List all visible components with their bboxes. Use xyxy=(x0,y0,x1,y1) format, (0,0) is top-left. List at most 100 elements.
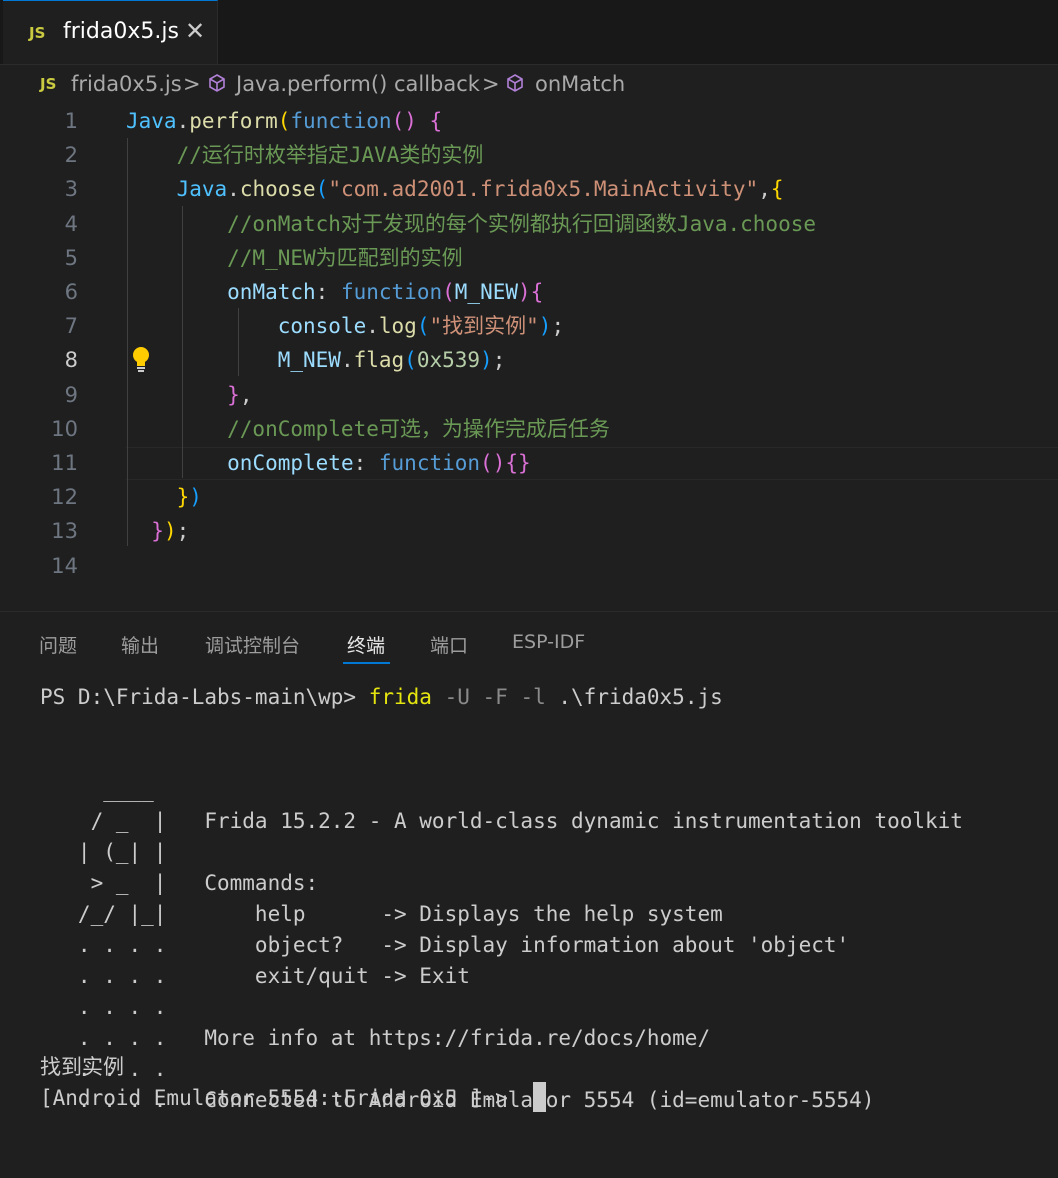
tab-label: frida0x5.js xyxy=(63,19,179,44)
line-number: 5 xyxy=(64,245,78,270)
code-text: Java.choose("com.ad2001.frida0x5.MainAct… xyxy=(126,172,784,206)
line-number: 3 xyxy=(64,177,78,202)
code-token: onComplete xyxy=(227,451,354,475)
banner-line: . . . . More info at https://frida.re/do… xyxy=(40,1026,711,1050)
banner-line: . . . . object? -> Display information a… xyxy=(40,933,850,957)
code-line[interactable]: 11 onComplete: function(){} xyxy=(0,446,1058,480)
tab-output[interactable]: 输出 xyxy=(121,631,159,658)
code-token: ( xyxy=(277,109,291,133)
code-token: ( xyxy=(315,177,329,202)
line-number: 7 xyxy=(64,314,78,339)
code-token: : xyxy=(315,280,341,304)
chevron-right-icon: > xyxy=(482,72,500,96)
code-token: Java xyxy=(126,109,177,133)
code-token: //M_NEW为匹配到的实例 xyxy=(126,245,463,270)
banner-line: /_/ |_| help -> Displays the help system xyxy=(40,902,723,926)
method-cube-icon xyxy=(507,74,523,92)
breadcrumb-onmatch[interactable]: onMatch xyxy=(535,72,625,96)
banner-line: . . . . exit/quit -> Exit xyxy=(40,964,470,988)
close-icon[interactable]: ✕ xyxy=(185,17,205,45)
code-editor[interactable]: 1 Java.perform(function() {2 //运行时枚举指定JAV… xyxy=(0,104,1058,609)
code-token: //onMatch对于发现的每个实例都执行回调函数Java.choose xyxy=(126,211,817,236)
code-token: } xyxy=(176,485,190,510)
code-token: choose xyxy=(239,177,316,202)
code-token: onMatch xyxy=(227,280,316,304)
code-text: //onComplete可选，为操作完成后任务 xyxy=(126,412,610,446)
code-token: perform xyxy=(189,109,278,133)
code-token: { xyxy=(770,177,784,202)
code-line[interactable]: 2 //运行时枚举指定JAVA类的实例 xyxy=(0,138,1058,172)
tab-esp-idf[interactable]: ESP-IDF xyxy=(512,631,585,653)
tab-problems[interactable]: 问题 xyxy=(39,631,77,658)
code-line[interactable]: 8 M_NEW.flag(0x539); xyxy=(0,343,1058,377)
editor-tab-bar: JS frida0x5.js ✕ xyxy=(0,0,1058,65)
code-token: ( xyxy=(442,280,455,304)
code-token: //onComplete可选，为操作完成后任务 xyxy=(126,416,610,441)
code-line[interactable]: 1 Java.perform(function() { xyxy=(0,104,1058,138)
javascript-file-icon: JS xyxy=(29,24,46,42)
tab-debug-console[interactable]: 调试控制台 xyxy=(205,631,300,658)
code-token: ( xyxy=(404,348,417,373)
banner-line: | (_| | xyxy=(40,840,167,864)
banner-line: ____ xyxy=(40,778,154,802)
code-token: {} xyxy=(505,451,531,475)
code-line[interactable]: 3 Java.choose("com.ad2001.frida0x5.MainA… xyxy=(0,172,1058,206)
code-line[interactable]: 6 onMatch: function(M_NEW){ xyxy=(0,275,1058,309)
javascript-file-icon: JS xyxy=(40,75,57,93)
code-line[interactable]: 10 //onComplete可选，为操作完成后任务 xyxy=(0,412,1058,446)
line-number: 13 xyxy=(51,519,78,544)
tab-frida0x5-js[interactable]: JS frida0x5.js ✕ xyxy=(3,0,218,64)
code-token: ; xyxy=(492,348,506,373)
terminal-output: 找到实例 xyxy=(40,1055,124,1079)
breadcrumb-callback[interactable]: Java.perform() callback xyxy=(236,72,480,96)
terminal-argument: .\frida0x5.js xyxy=(545,685,723,709)
code-line[interactable]: 4 //onMatch对于发现的每个实例都执行回调函数Java.choose xyxy=(0,207,1058,241)
code-token: M_NEW xyxy=(454,280,518,304)
code-token: ) xyxy=(518,280,531,304)
code-text: onComplete: function(){} xyxy=(126,446,531,480)
line-number: 10 xyxy=(51,416,78,441)
code-line[interactable]: 12 }) xyxy=(0,480,1058,514)
code-token: . xyxy=(176,109,190,133)
code-token: "com.ad2001.frida0x5.MainActivity" xyxy=(328,177,759,202)
code-token: 0x539 xyxy=(416,348,481,373)
line-number: 1 xyxy=(64,109,78,133)
code-token: log xyxy=(378,314,417,339)
code-token: { xyxy=(530,280,544,304)
code-line[interactable]: 9 }, xyxy=(0,378,1058,412)
banner-line: > _ | Commands: xyxy=(40,871,319,895)
code-token: { xyxy=(429,109,443,133)
code-text: onMatch: function(M_NEW){ xyxy=(126,275,543,309)
code-token: : xyxy=(353,451,379,475)
code-text: M_NEW.flag(0x539); xyxy=(126,343,506,377)
code-text: //M_NEW为匹配到的实例 xyxy=(126,241,463,275)
code-token: ; xyxy=(551,314,565,339)
tab-ports[interactable]: 端口 xyxy=(430,631,468,658)
terminal-repl-prompt[interactable]: [Android Emulator 5554::Frida 0x5 ]-> xyxy=(40,1083,520,1114)
code-token: } xyxy=(227,382,240,407)
code-token: console xyxy=(277,314,367,339)
code-token: ) xyxy=(189,485,202,510)
code-line[interactable]: 7 console.log("找到实例"); xyxy=(0,309,1058,343)
code-token: function xyxy=(290,109,392,133)
code-line[interactable]: 5 //M_NEW为匹配到的实例 xyxy=(0,241,1058,275)
code-token: function xyxy=(378,451,481,475)
code-line[interactable]: 14 xyxy=(0,549,1058,583)
terminal-flags: -U -F -l xyxy=(431,685,546,709)
line-number: 14 xyxy=(51,553,78,578)
banner-line: . . . . xyxy=(40,1057,167,1081)
line-number: 12 xyxy=(51,485,78,510)
terminal-prompt: PS D:\Frida-Labs-main\wp> xyxy=(40,685,369,709)
code-line[interactable]: 13 }); xyxy=(0,514,1058,548)
code-token: () xyxy=(480,451,506,475)
terminal-command-line: PS D:\Frida-Labs-main\wp> frida -U -F -l… xyxy=(40,682,723,713)
tab-terminal[interactable]: 终端 xyxy=(347,631,385,658)
breadcrumb-file[interactable]: frida0x5.js xyxy=(71,72,182,96)
code-text: Java.perform(function() { xyxy=(126,104,442,138)
